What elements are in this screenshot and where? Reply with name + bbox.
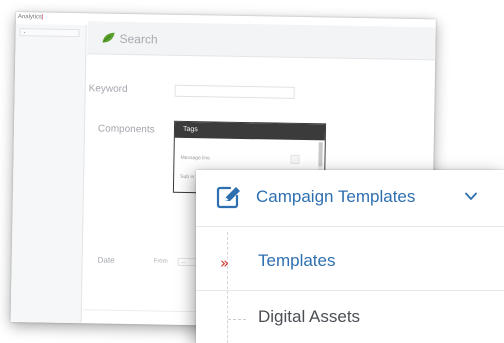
tags-popup-title: Tags [174,121,326,141]
app-name: Analytics [17,14,42,21]
tags-item[interactable]: Message line [180,155,210,162]
menu-item-label: Digital Assets [258,307,361,326]
keyword-input[interactable] [174,84,295,99]
menu-title: Campaign Templates [256,187,416,206]
chevron-down-icon[interactable] [465,192,477,201]
menu-item-templates[interactable]: » Templates [196,236,504,290]
keyword-label: Keyword [88,83,128,95]
double-chevron-right-icon: » [220,254,230,272]
date-label: Date [97,255,115,265]
tree-branch-icon [228,319,246,320]
menu-divider [196,290,504,291]
left-rail: • [10,23,87,324]
menu-item-label: Templates [258,251,336,270]
tags-checkbox[interactable] [290,154,300,164]
scroll-thumb[interactable] [318,142,323,167]
campaign-templates-menu: Campaign Templates » Templates Digital A… [196,170,504,343]
components-label: Components [97,123,155,136]
date-from-label: From [153,258,168,265]
edit-icon [216,186,240,209]
app-label: Analytics| [18,14,44,20]
tags-item[interactable]: Sub in [180,174,194,180]
search-header: Search [87,21,436,61]
menu-item-digital-assets[interactable]: Digital Assets [196,292,504,343]
search-title: Search [119,31,158,47]
leaf-icon [102,32,115,43]
menu-header-button[interactable]: Campaign Templates [196,170,504,227]
rail-item[interactable]: • [19,28,80,38]
app-mark: | [41,14,44,21]
